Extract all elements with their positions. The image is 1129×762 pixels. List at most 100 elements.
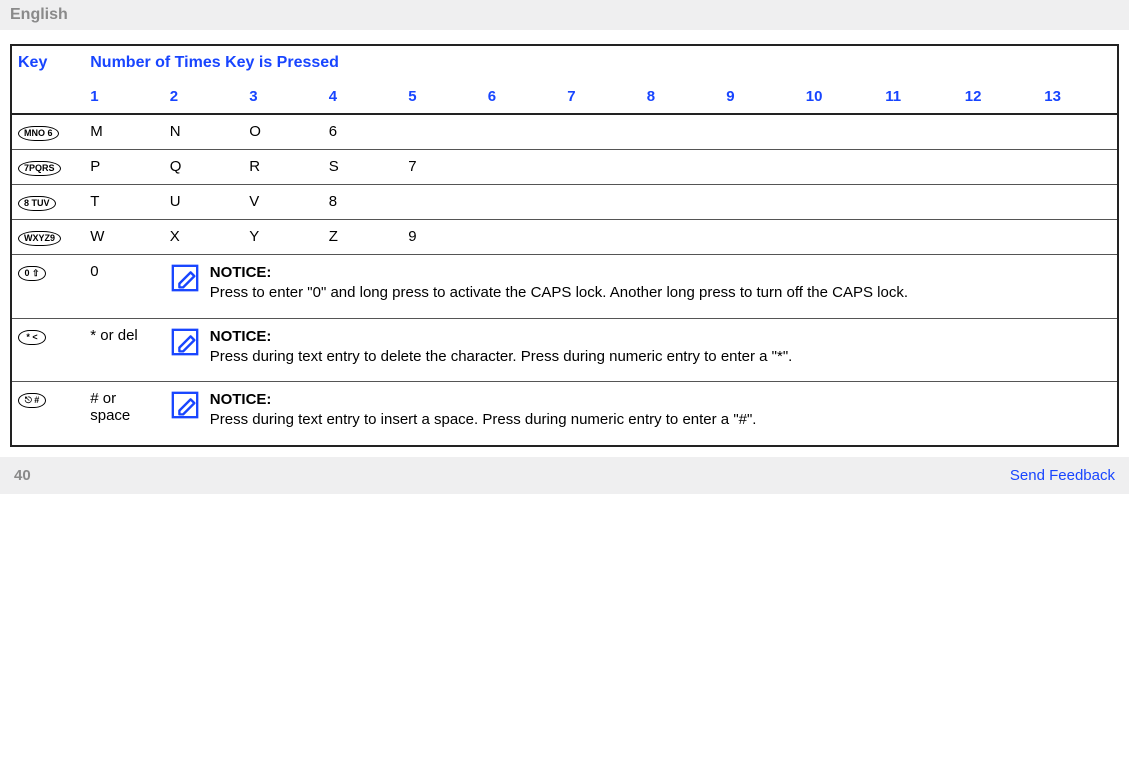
cell — [482, 220, 562, 255]
keypad-hash-icon: ⎋ # — [18, 393, 46, 408]
col-header-2: 2 — [164, 80, 244, 114]
cell: 9 — [402, 220, 482, 255]
cell: 7 — [402, 150, 482, 185]
cell: Y — [243, 220, 323, 255]
cell — [482, 185, 562, 220]
cell — [879, 185, 959, 220]
notice-pencil-icon — [170, 263, 200, 293]
cell — [879, 150, 959, 185]
notice-cell: NOTICE: Press during text entry to delet… — [164, 318, 1118, 382]
notice-pencil-icon — [170, 327, 200, 357]
cell-first: * or del — [84, 318, 164, 382]
cell — [1038, 185, 1118, 220]
notice-title: NOTICE: — [210, 328, 272, 345]
keypad-9-icon: WXYZ9 — [18, 231, 61, 246]
cell — [402, 185, 482, 220]
cell — [959, 114, 1039, 150]
cell: W — [84, 220, 164, 255]
cell — [561, 114, 641, 150]
page-number: 40 — [14, 467, 31, 484]
send-feedback-link[interactable]: Send Feedback — [1010, 467, 1115, 484]
language-label: English — [10, 6, 68, 23]
col-header-key: Key — [11, 45, 84, 80]
cell: U — [164, 185, 244, 220]
keypad-7-icon: 7PQRS — [18, 161, 61, 176]
cell — [959, 185, 1039, 220]
key-cell: 7PQRS — [11, 150, 84, 185]
cell — [561, 220, 641, 255]
table-row: 7PQRS P Q R S 7 — [11, 150, 1118, 185]
cell — [720, 150, 800, 185]
keymap-table: Key Number of Times Key is Pressed 1 2 3… — [10, 44, 1119, 447]
cell — [720, 185, 800, 220]
cell: M — [84, 114, 164, 150]
cell — [959, 220, 1039, 255]
cell — [800, 114, 880, 150]
notice-cell: NOTICE: Press to enter "0" and long pres… — [164, 255, 1118, 319]
col-header-1: 1 — [84, 80, 164, 114]
notice-title: NOTICE: — [210, 264, 272, 281]
cell — [720, 114, 800, 150]
cell — [641, 150, 721, 185]
keypad-8-icon: 8 TUV — [18, 196, 56, 211]
notice-body: Press during text entry to insert a spac… — [210, 411, 757, 428]
notice-cell: NOTICE: Press during text entry to inser… — [164, 382, 1118, 446]
page-content: Key Number of Times Key is Pressed 1 2 3… — [0, 30, 1129, 457]
table-row-notice: 0 ⇧ 0 NOTICE: Press to enter "0" and lon… — [11, 255, 1118, 319]
notice-title: NOTICE: — [210, 391, 272, 408]
cell — [641, 185, 721, 220]
cell: T — [84, 185, 164, 220]
cell — [800, 220, 880, 255]
key-cell: WXYZ9 — [11, 220, 84, 255]
col-header-7: 7 — [561, 80, 641, 114]
col-header-6: 6 — [482, 80, 562, 114]
cell — [1038, 114, 1118, 150]
cell — [879, 220, 959, 255]
col-header-key-blank — [11, 80, 84, 114]
col-header-10: 10 — [800, 80, 880, 114]
cell — [641, 114, 721, 150]
cell — [402, 114, 482, 150]
key-cell: 0 ⇧ — [11, 255, 84, 319]
cell — [800, 185, 880, 220]
page-footer: 40 Send Feedback — [0, 457, 1129, 494]
col-header-presses: Number of Times Key is Pressed — [84, 45, 1118, 80]
cell — [482, 150, 562, 185]
table-header-row-2: 1 2 3 4 5 6 7 8 9 10 11 12 13 — [11, 80, 1118, 114]
cell — [561, 150, 641, 185]
col-header-9: 9 — [720, 80, 800, 114]
keypad-0-icon: 0 ⇧ — [18, 266, 46, 281]
key-cell: 8 TUV — [11, 185, 84, 220]
cell: 6 — [323, 114, 403, 150]
table-header-row-1: Key Number of Times Key is Pressed — [11, 45, 1118, 80]
cell — [959, 150, 1039, 185]
table-row: MNO 6 M N O 6 — [11, 114, 1118, 150]
notice-pencil-icon — [170, 390, 200, 420]
notice-body: Press to enter "0" and long press to act… — [210, 284, 908, 301]
key-cell: ⎋ # — [11, 382, 84, 446]
cell: N — [164, 114, 244, 150]
col-header-4: 4 — [323, 80, 403, 114]
cell — [561, 185, 641, 220]
cell: O — [243, 114, 323, 150]
cell: Z — [323, 220, 403, 255]
cell — [1038, 220, 1118, 255]
notice-body: Press during text entry to delete the ch… — [210, 348, 793, 365]
table-row: WXYZ9 W X Y Z 9 — [11, 220, 1118, 255]
cell — [720, 220, 800, 255]
cell: R — [243, 150, 323, 185]
cell-first: 0 — [84, 255, 164, 319]
table-row: 8 TUV T U V 8 — [11, 185, 1118, 220]
cell — [1038, 150, 1118, 185]
cell — [482, 114, 562, 150]
keypad-star-icon: * < — [18, 330, 46, 345]
col-header-11: 11 — [879, 80, 959, 114]
cell: Q — [164, 150, 244, 185]
col-header-8: 8 — [641, 80, 721, 114]
table-row-notice: * < * or del NOTICE: Press during text e… — [11, 318, 1118, 382]
cell — [800, 150, 880, 185]
cell: S — [323, 150, 403, 185]
cell: 8 — [323, 185, 403, 220]
cell: P — [84, 150, 164, 185]
col-header-3: 3 — [243, 80, 323, 114]
